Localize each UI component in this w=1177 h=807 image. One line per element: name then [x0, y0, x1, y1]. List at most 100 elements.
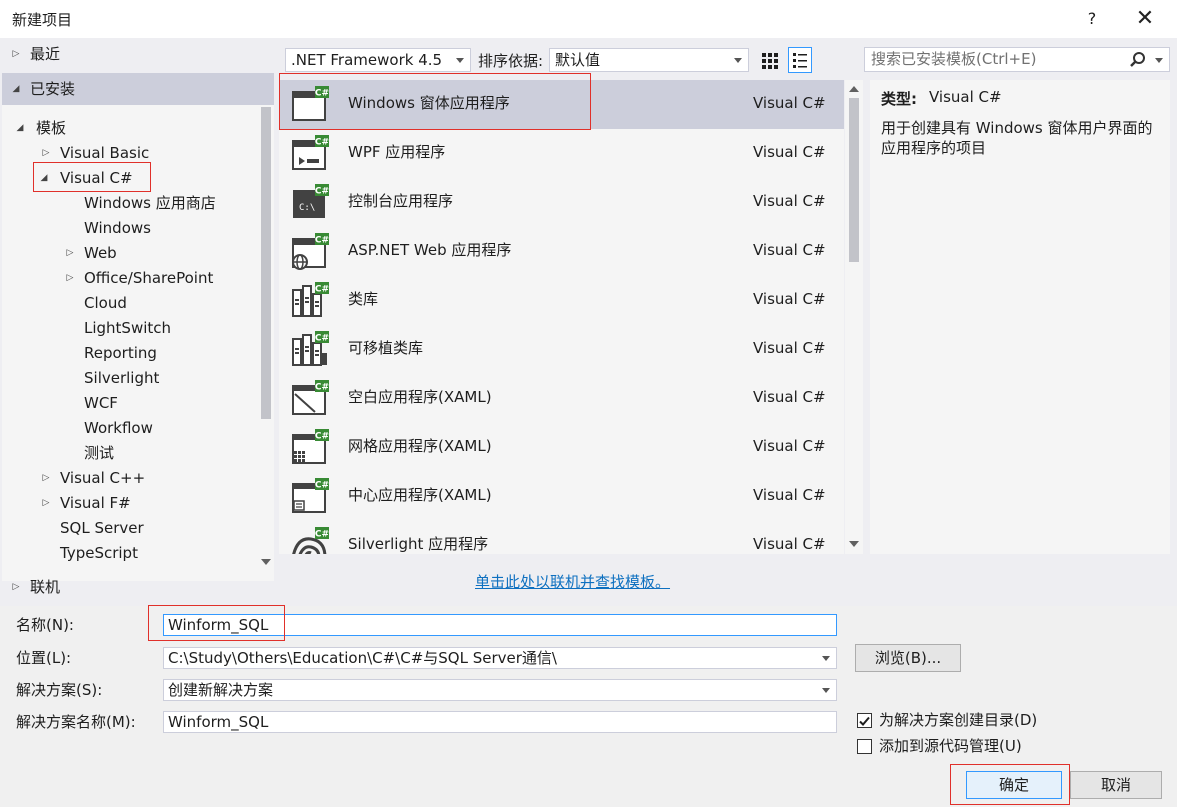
svg-text:C#: C#: [315, 334, 329, 344]
tree-node-online[interactable]: ▷ 联机: [0, 575, 274, 599]
windows-forms-icon: C#: [292, 86, 329, 121]
template-row[interactable]: C:\ C# 控制台应用程序 Visual C#: [279, 178, 844, 227]
tree-label: WCF: [84, 394, 118, 412]
location-label: 位置(L):: [16, 649, 72, 667]
name-label: 名称(N):: [16, 616, 74, 634]
template-row[interactable]: C# Silverlight 应用程序 Visual C#: [279, 521, 844, 554]
expand-right-icon[interactable]: ▷: [10, 575, 22, 599]
tree-node-installed-label[interactable]: ◢ 已安装: [0, 77, 274, 101]
tree-node-visual-csharp[interactable]: ◢ Visual C#: [0, 166, 256, 190]
scrollbar-thumb[interactable]: [849, 98, 859, 262]
tree-label-visual-basic: Visual Basic: [60, 144, 150, 162]
tree-label: Windows: [84, 219, 151, 237]
add-source-control-checkbox[interactable]: [857, 739, 872, 754]
checkmark-icon: [859, 716, 870, 726]
small-icons-view-button[interactable]: [757, 47, 781, 73]
tree-scrollbar[interactable]: [258, 105, 274, 581]
template-name: ASP.NET Web 应用程序: [348, 241, 512, 259]
template-row[interactable]: C# 网格应用程序(XAML) Visual C#: [279, 423, 844, 472]
template-language: Visual C#: [753, 143, 826, 161]
expand-right-icon[interactable]: ▷: [10, 42, 22, 66]
close-button[interactable]: ✕: [1130, 6, 1160, 32]
tree-node-office-sharepoint[interactable]: ▷ Office/SharePoint: [64, 266, 254, 290]
tree-node-templates[interactable]: ◢ 模板: [0, 116, 256, 140]
tree-label: Windows 应用商店: [84, 194, 216, 212]
grid-view-icon: [762, 53, 778, 69]
tree-label-templates: 模板: [36, 119, 67, 137]
scroll-down-icon[interactable]: [849, 541, 859, 547]
tree-label-online: 联机: [30, 578, 61, 596]
create-directory-checkbox[interactable]: [857, 713, 872, 728]
list-view-button[interactable]: [788, 47, 812, 73]
framework-select-value: .NET Framework 4.5: [291, 51, 443, 69]
tree-node-visual-cpp[interactable]: ▷ Visual C++: [0, 466, 256, 490]
template-name: 类库: [348, 290, 379, 308]
search-placeholder: 搜索已安装模板(Ctrl+E): [871, 50, 1037, 68]
template-row[interactable]: C# ASP.NET Web 应用程序 Visual C#: [279, 227, 844, 276]
sort-select-value: 默认值: [555, 51, 601, 69]
scroll-up-icon[interactable]: [849, 86, 859, 92]
expand-down-icon[interactable]: ◢: [14, 116, 26, 140]
svg-text:C#: C#: [315, 89, 329, 99]
template-name: 可移植类库: [348, 339, 424, 357]
sort-select[interactable]: 默认值: [549, 48, 749, 72]
search-input[interactable]: 搜索已安装模板(Ctrl+E): [864, 47, 1170, 72]
search-icon[interactable]: [1129, 51, 1147, 69]
solution-name-value: Winform_SQL: [168, 713, 269, 731]
tree-label-visual-csharp: Visual C#: [60, 169, 133, 187]
cancel-button[interactable]: 取消: [1070, 771, 1162, 799]
tree-label-recent: 最近: [30, 45, 61, 63]
expand-down-icon[interactable]: ◢: [10, 77, 22, 101]
chevron-down-icon[interactable]: [1155, 58, 1163, 63]
template-row[interactable]: C# WPF 应用程序 Visual C#: [279, 129, 844, 178]
project-name-input[interactable]: Winform_SQL: [163, 614, 837, 636]
svg-text:C#: C#: [315, 481, 329, 491]
svg-text:C#: C#: [315, 236, 329, 246]
browse-button[interactable]: 浏览(B)...: [855, 644, 961, 672]
sort-label: 排序依据:: [478, 52, 544, 70]
silverlight-icon: C#: [292, 527, 329, 554]
online-templates-link[interactable]: 单击此处以联机并查找模板。: [475, 571, 670, 592]
template-list-scrollbar[interactable]: [845, 80, 863, 554]
template-name: Silverlight 应用程序: [348, 535, 489, 553]
framework-select[interactable]: .NET Framework 4.5: [285, 48, 471, 72]
scrollbar-thumb[interactable]: [261, 107, 271, 419]
type-label: 类型:: [881, 90, 917, 108]
template-name: 控制台应用程序: [348, 192, 454, 210]
solution-name-input[interactable]: Winform_SQL: [163, 711, 837, 733]
create-directory-label[interactable]: 为解决方案创建目录(D): [879, 710, 1037, 730]
ok-button[interactable]: 确定: [966, 771, 1062, 799]
expand-down-icon[interactable]: ◢: [38, 166, 50, 190]
tree-node-web[interactable]: ▷ Web: [64, 241, 254, 265]
help-button[interactable]: ?: [1080, 6, 1104, 32]
tree-label: Silverlight: [84, 369, 160, 387]
tree-node-recent[interactable]: ▷ 最近: [0, 42, 274, 66]
location-select[interactable]: C:\Study\Others\Education\C#\C#与SQL Serv…: [163, 647, 837, 669]
template-name: Windows 窗体应用程序: [348, 94, 510, 112]
portable-class-library-icon: C#: [292, 331, 329, 366]
template-language: Visual C#: [753, 437, 826, 455]
location-value: C:\Study\Others\Education\C#\C#与SQL Serv…: [168, 649, 557, 667]
chevron-down-icon: [822, 656, 830, 661]
tree-node-visual-fsharp[interactable]: ▷ Visual F#: [0, 491, 256, 515]
scroll-down-icon[interactable]: [261, 559, 271, 565]
tree-node-visual-basic[interactable]: ▷ Visual Basic: [0, 141, 256, 165]
project-name-value: Winform_SQL: [168, 616, 269, 634]
expand-right-icon[interactable]: ▷: [64, 266, 76, 290]
template-row[interactable]: C# 类库 Visual C#: [279, 276, 844, 325]
title-bar: 新建项目 ? ✕: [0, 0, 1177, 38]
expand-right-icon[interactable]: ▷: [40, 466, 52, 490]
tree-label: Reporting: [84, 344, 157, 362]
tree-label-visual-cpp: Visual C++: [60, 469, 146, 487]
template-row[interactable]: C# 空白应用程序(XAML) Visual C#: [279, 374, 844, 423]
solution-select[interactable]: 创建新解决方案: [163, 679, 837, 701]
svg-text:C:\: C:\: [299, 203, 315, 213]
expand-right-icon[interactable]: ▷: [64, 241, 76, 265]
expand-right-icon[interactable]: ▷: [40, 491, 52, 515]
template-row[interactable]: C# 中心应用程序(XAML) Visual C#: [279, 472, 844, 521]
template-row[interactable]: C# 可移植类库 Visual C#: [279, 325, 844, 374]
add-source-control-label[interactable]: 添加到源代码管理(U): [879, 736, 1022, 756]
tree-label: Cloud: [84, 294, 127, 312]
template-row[interactable]: C# Windows 窗体应用程序 Visual C#: [279, 80, 844, 129]
expand-right-icon[interactable]: ▷: [40, 141, 52, 165]
